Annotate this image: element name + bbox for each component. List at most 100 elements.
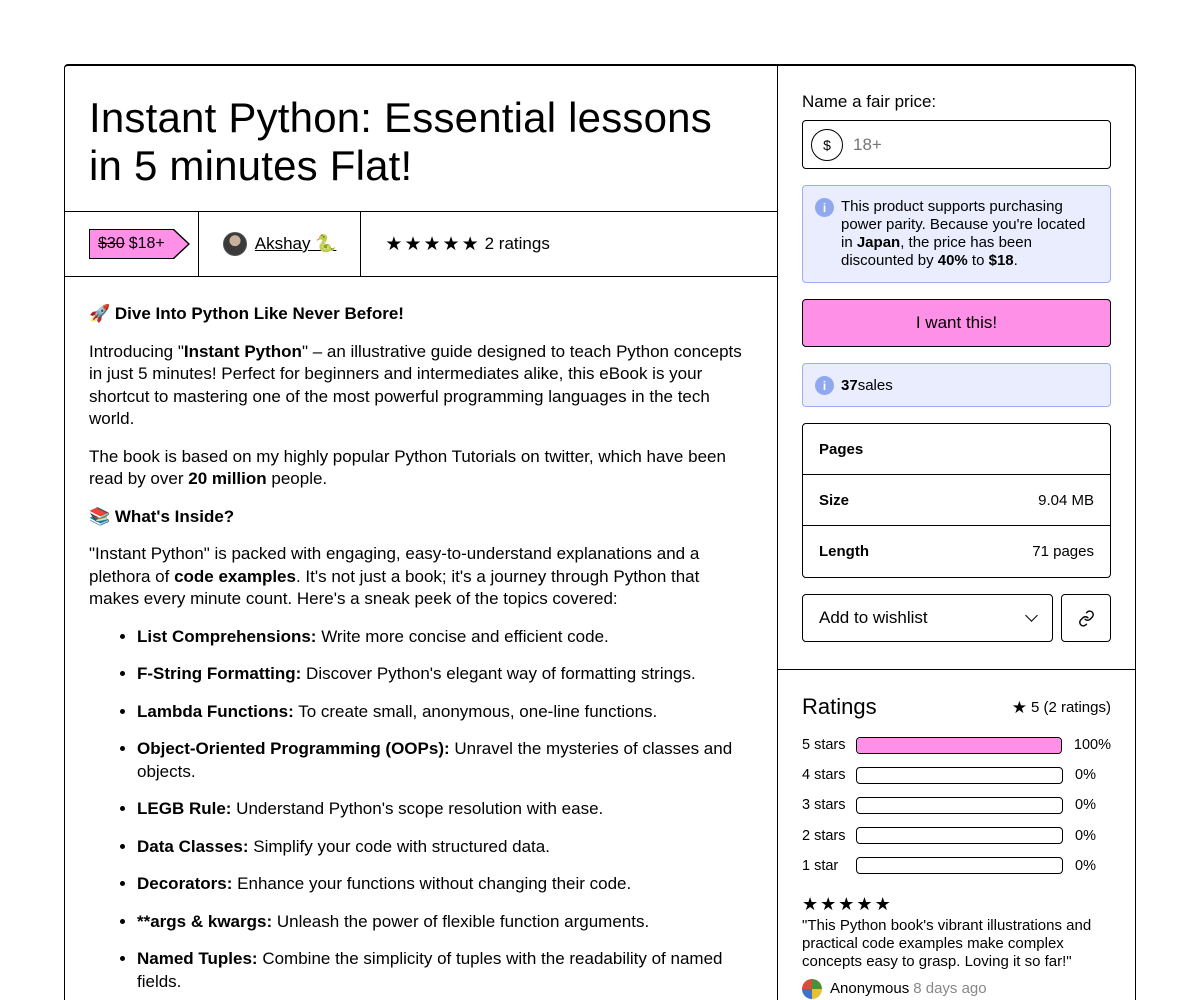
rating-bars: 5 stars 100% 4 stars 0% 3 stars 0% 2 sta…	[802, 730, 1111, 881]
rating-bar-row: 4 stars 0%	[802, 760, 1111, 790]
topic-text: Discover Python's elegant way of formatt…	[301, 664, 696, 683]
sales-count-box: i 37 sales	[802, 363, 1111, 407]
star-icon: ★	[856, 893, 873, 914]
rating-bar-row: 2 stars 0%	[802, 821, 1111, 851]
title-section: Instant Python: Essential lessons in 5 m…	[65, 66, 777, 212]
info-icon: i	[815, 198, 834, 217]
wishlist-actions: Add to wishlist	[802, 594, 1111, 642]
rating-bar-percent: 0%	[1075, 857, 1096, 874]
topic-name: Named Tuples:	[137, 949, 258, 968]
rating-bar-row: 3 stars 0%	[802, 790, 1111, 820]
description-paragraph: Introducing "Instant Python" – an illust…	[89, 341, 753, 431]
ratings-summary-text: 5 (2 ratings)	[1030, 698, 1111, 716]
description-heading-1: 🚀 Dive Into Python Like Never Before!	[89, 304, 404, 323]
topic-name: LEGB Rule:	[137, 799, 232, 818]
bold-text: 40%	[937, 252, 968, 269]
spec-table: Pages Size 9.04 MB Length 71 pages	[802, 423, 1111, 578]
spec-key: Length	[819, 543, 869, 560]
review-stars: ★ ★ ★ ★ ★	[802, 895, 1111, 913]
ratings-count: 2 ratings	[484, 234, 550, 253]
rating-bar	[856, 827, 1063, 845]
copy-link-button[interactable]	[1061, 594, 1111, 642]
topic-text: To create small, anonymous, one-line fun…	[293, 701, 658, 721]
creator-link[interactable]: Akshay 🐍	[255, 234, 337, 254]
price-input[interactable]	[853, 134, 1053, 155]
list-item: Data Classes: Simplify your code with st…	[137, 836, 753, 859]
list-item: LEGB Rule: Understand Python's scope res…	[137, 798, 753, 821]
description-heading-2: 📚 What's Inside?	[89, 506, 235, 526]
reviewer-avatar	[802, 978, 822, 999]
text-span: .	[1013, 252, 1018, 269]
topic-text: Understand Python's scope resolution wit…	[231, 799, 604, 818]
ratings-section: Ratings ★ 5 (2 ratings) 5 stars 100% 4 s…	[778, 670, 1135, 999]
price-label: Name a fair price:	[802, 92, 937, 111]
rating-bar-label: 2 stars	[802, 827, 846, 844]
list-item: List Comprehensions: Write more concise …	[137, 626, 753, 649]
sales-count: 37	[841, 376, 858, 394]
bold-text: code examples	[174, 566, 296, 586]
review-text: "This Python book's vibrant illustration…	[802, 916, 1092, 970]
star-icon: ★	[838, 893, 855, 914]
creator-avatar[interactable]	[222, 232, 247, 256]
list-item: Lambda Functions: To create small, anony…	[137, 701, 753, 724]
topic-text: Write more concise and efficient code.	[316, 626, 609, 646]
topic-name: List Comprehensions:	[137, 626, 317, 646]
product-description: 🚀 Dive Into Python Like Never Before! In…	[65, 277, 777, 993]
topics-list: List Comprehensions: Write more concise …	[89, 626, 753, 994]
add-to-wishlist-button[interactable]: Add to wishlist	[802, 594, 1053, 642]
review-time: 8 days ago	[913, 980, 987, 998]
star-icon: ★	[1011, 697, 1027, 717]
purchase-sidebar: Name a fair price: $ i This product supp…	[778, 66, 1135, 1000]
description-paragraph: "Instant Python" is packed with engaging…	[89, 543, 753, 611]
list-item: Decorators: Enhance your functions witho…	[137, 873, 753, 896]
product-meta-row: $30 $18+ Akshay 🐍 ★ ★ ★ ★ ★ 2 ratings	[65, 212, 777, 277]
ratings-summary: ★ 5 (2 ratings)	[1012, 699, 1111, 716]
product-card: Instant Python: Essential lessons in 5 m…	[64, 64, 1136, 1000]
topic-name: Object-Oriented Programming (OOPs):	[137, 739, 450, 758]
star-icon: ★	[442, 233, 460, 255]
topic-name: Lambda Functions:	[137, 701, 294, 721]
star-icon: ★	[820, 893, 837, 914]
rating-bar-label: 1 star	[802, 857, 839, 874]
star-icon: ★	[404, 233, 422, 255]
topic-name: Decorators:	[137, 874, 233, 893]
price-input-wrapper[interactable]: $	[802, 120, 1111, 169]
rating-bar-row: 5 stars 100%	[802, 730, 1111, 760]
star-icon: ★	[423, 233, 441, 255]
topic-text: Simplify your code with structured data.	[248, 836, 550, 856]
original-price: $30	[98, 235, 125, 252]
purchase-panel: Name a fair price: $ i This product supp…	[778, 66, 1135, 642]
price-cell: $30 $18+	[65, 212, 199, 276]
list-item: Named Tuples: Combine the simplicity of …	[137, 948, 753, 993]
buy-button[interactable]: I want this!	[802, 299, 1111, 347]
rating-bar-label: 4 stars	[802, 767, 846, 784]
star-icon: ★	[874, 893, 891, 914]
sales-label: sales	[857, 376, 893, 394]
rating-bar-label: 5 stars	[802, 737, 846, 754]
product-rating-stars: ★ ★ ★ ★ ★	[385, 235, 478, 254]
spec-key: Pages	[819, 440, 864, 458]
topic-text: Unleash the power of flexible function a…	[272, 911, 650, 931]
ppp-notice: i This product supports purchasing power…	[802, 185, 1111, 283]
info-icon: i	[815, 376, 834, 395]
link-icon	[1078, 609, 1094, 627]
description-paragraph: The book is based on my highly popular P…	[89, 446, 753, 491]
product-title: Instant Python: Essential lessons in 5 m…	[89, 94, 712, 189]
bold-text: 20 million	[188, 469, 267, 488]
reviewer: Anonymous 8 days ago	[802, 978, 1111, 999]
reviewer-name: Anonymous	[830, 980, 910, 998]
text-span: to	[967, 252, 989, 269]
topic-name: Data Classes:	[137, 836, 249, 856]
chevron-down-icon	[1025, 609, 1038, 622]
star-icon: ★	[385, 233, 403, 255]
spec-value: 9.04 MB	[1038, 491, 1094, 509]
rating-cell: ★ ★ ★ ★ ★ 2 ratings	[361, 212, 573, 276]
text-span: Introducing "	[89, 341, 184, 361]
spec-row: Size 9.04 MB	[803, 475, 1110, 526]
rating-bar	[856, 796, 1063, 814]
topic-text: Enhance your functions without changing …	[232, 874, 632, 893]
topic-name: **args & kwargs:	[137, 911, 273, 931]
rating-bar-percent: 100%	[1073, 737, 1111, 754]
star-icon: ★	[802, 893, 819, 914]
rating-bar	[855, 736, 1062, 754]
